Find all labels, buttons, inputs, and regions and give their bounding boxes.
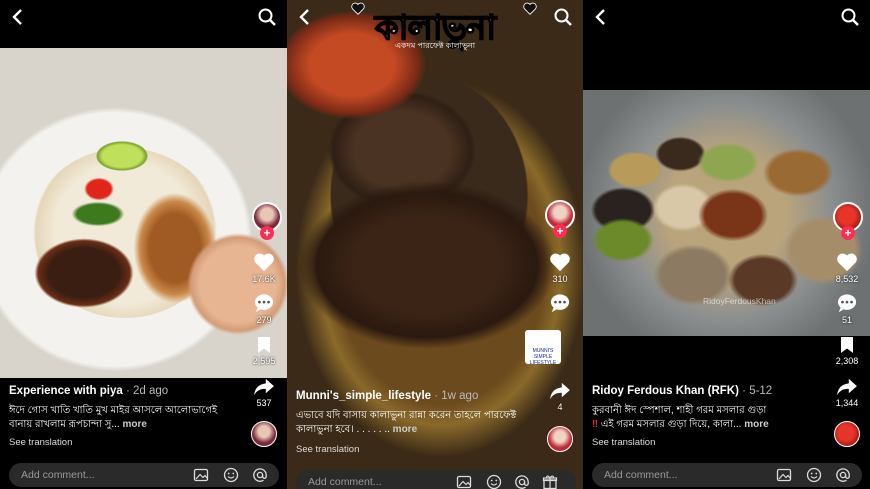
like-button[interactable]: 17.6K: [246, 252, 282, 284]
share-count: 537: [256, 398, 272, 408]
caption[interactable]: কুরবানী ঈদ স্পেশাল, শাহী গরম মসলার গুড়া…: [592, 404, 824, 432]
bookmark-icon: [841, 337, 853, 353]
video-frame[interactable]: [0, 48, 287, 378]
author-name[interactable]: Experience with piya: [9, 385, 123, 397]
image-icon[interactable]: [193, 467, 209, 483]
music-avatar[interactable]: [547, 426, 573, 452]
mention-icon[interactable]: [514, 474, 530, 489]
follow-plus-icon[interactable]: +: [260, 226, 274, 240]
top-bar: [583, 0, 870, 34]
video-post-3: RidoyFerdousKhan + 8,532 51 2,308 1,344 …: [583, 0, 870, 489]
search-icon[interactable]: [257, 7, 277, 27]
back-icon[interactable]: [8, 7, 28, 27]
heart-icon: [254, 253, 274, 272]
like-button[interactable]: 8,532: [829, 252, 865, 284]
comment-input[interactable]: Add comment...: [9, 463, 279, 487]
heart-icon: [550, 253, 570, 272]
more-link[interactable]: more: [393, 424, 417, 435]
share-arrow-icon: [837, 378, 857, 396]
image-icon[interactable]: [456, 474, 472, 489]
caption-line-2: এই গরম মসলার গুড়া দিয়ে, কালা...: [600, 419, 742, 430]
back-icon[interactable]: [591, 7, 611, 27]
comment-button[interactable]: 279: [246, 293, 282, 325]
double-exclamation-icon: ‼: [592, 419, 599, 430]
save-count: 2,595: [252, 356, 276, 366]
comment-bubble-icon: [254, 294, 274, 313]
emoji-icon[interactable]: [486, 474, 502, 489]
see-translation-link[interactable]: See translation: [592, 437, 655, 448]
caption[interactable]: এভাবে যদি বাসায় কালাভুনা রান্না করেন তা…: [296, 409, 528, 437]
comment-button[interactable]: 51: [829, 293, 865, 325]
post-age: 2d ago: [133, 385, 169, 397]
comment-placeholder: Add comment...: [308, 476, 382, 488]
mention-icon[interactable]: [252, 467, 268, 483]
gift-icon[interactable]: [542, 474, 558, 489]
search-icon[interactable]: [840, 7, 860, 27]
comment-bubble-icon: [550, 294, 570, 313]
comment-input[interactable]: Add comment...: [296, 470, 576, 489]
share-arrow-icon: [254, 378, 274, 396]
comment-count: 279: [256, 315, 272, 325]
caption-line-1: কুরবানী ঈদ স্পেশাল, শাহী গরম মসলার গুড়া: [592, 405, 767, 416]
see-translation-link[interactable]: See translation: [296, 444, 359, 455]
more-link[interactable]: more: [122, 419, 146, 430]
like-count: 310: [552, 274, 568, 284]
like-count: 8,532: [835, 274, 859, 284]
comment-count: 51: [841, 315, 852, 325]
image-icon[interactable]: [776, 467, 792, 483]
share-button[interactable]: 1,344: [829, 378, 865, 408]
mention-icon[interactable]: [835, 467, 851, 483]
author-line[interactable]: Munni's_simple_lifestyle · 1w ago: [296, 390, 478, 402]
more-link[interactable]: more: [744, 419, 768, 430]
comment-button[interactable]: [542, 293, 578, 313]
save-count: 2,308: [835, 356, 859, 366]
like-button[interactable]: 310: [542, 252, 578, 284]
like-count: 17.6K: [252, 274, 276, 284]
share-count: 4: [557, 402, 563, 412]
post-age: 5-12: [749, 385, 773, 397]
emoji-icon[interactable]: [223, 467, 239, 483]
bookmark-icon: [258, 337, 270, 353]
music-avatar[interactable]: [251, 421, 277, 447]
save-button[interactable]: 2,595: [246, 336, 282, 366]
emoji-icon[interactable]: [806, 467, 822, 483]
video-post-1: + 17.6K 279 2,595 537 Experience with pi…: [0, 0, 287, 489]
video-post-2: কালাভুনা একদম পারফেক্ট কালাভুনা + 310 MU…: [287, 0, 583, 489]
author-line[interactable]: Experience with piya · 2d ago: [9, 385, 168, 397]
video-subtitle-overlay: একদম পারফেক্ট কালাভুনা: [394, 41, 476, 50]
caption-text: ঈদে গোস খাতি খাতি মুখ মাইর আসলে আলোভাগেই…: [9, 405, 218, 430]
share-button[interactable]: 537: [246, 378, 282, 408]
share-arrow-icon: [550, 382, 570, 400]
follow-plus-icon[interactable]: +: [553, 224, 567, 238]
music-avatar[interactable]: [834, 421, 860, 447]
author-line[interactable]: Ridoy Ferdous Khan (RFK) · 5-12: [592, 385, 772, 397]
post-age: 1w ago: [441, 390, 479, 402]
top-bar: [0, 0, 287, 34]
share-count: 1,344: [835, 398, 859, 408]
watermark: RidoyFerdousKhan: [703, 296, 776, 306]
comment-input[interactable]: Add comment...: [592, 463, 862, 487]
comment-placeholder: Add comment...: [604, 469, 678, 481]
save-button[interactable]: 2,308: [829, 336, 865, 366]
follow-plus-icon[interactable]: +: [841, 226, 855, 240]
caption[interactable]: ঈদে গোস খাতি খাতি মুখ মাইর আসলে আলোভাগেই…: [9, 404, 241, 432]
comment-placeholder: Add comment...: [21, 469, 95, 481]
comment-bubble-icon: [837, 294, 857, 313]
author-name[interactable]: Ridoy Ferdous Khan (RFK): [592, 385, 739, 397]
brand-logo: MUNNI'S SIMPLE LIFESTYLE: [525, 330, 561, 366]
author-name[interactable]: Munni's_simple_lifestyle: [296, 390, 431, 402]
share-button[interactable]: 4: [542, 382, 578, 412]
see-translation-link[interactable]: See translation: [9, 437, 72, 448]
heart-icon: [837, 253, 857, 272]
